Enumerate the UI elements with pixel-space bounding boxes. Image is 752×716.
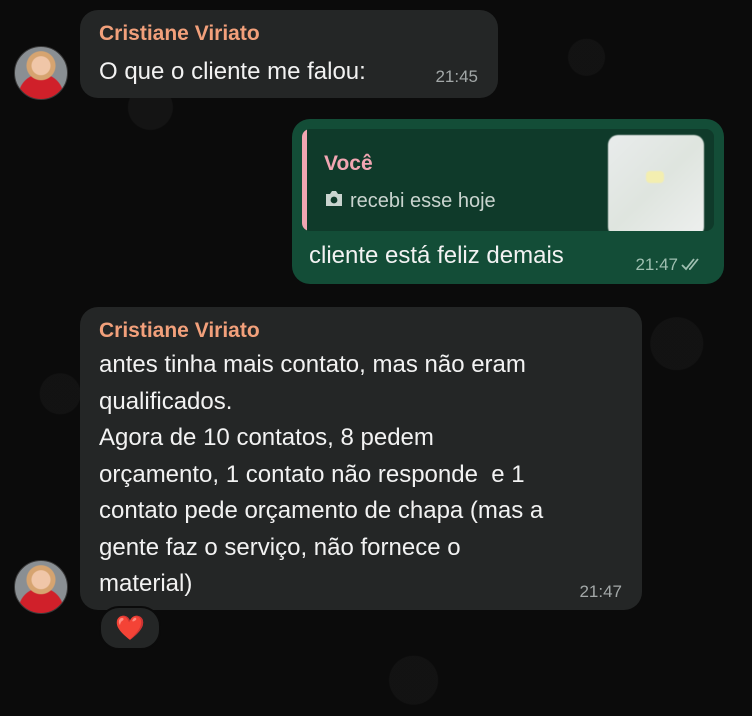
avatar[interactable] [14,560,68,614]
quote-accent-bar [302,129,307,231]
message-line: contato pede orçamento de chapa (mas a [99,497,544,524]
incoming-message[interactable]: Cristiane Viriato antes tinha mais conta… [80,307,642,610]
message-line: antes tinha mais contato, mas não eram [99,351,526,378]
message-line: orçamento, 1 contato não responde e 1 [99,460,525,488]
quote-text-row: recebi esse hoje [324,190,496,213]
message-line: qualificados. [99,387,233,415]
message-text: cliente está feliz demais [309,242,564,269]
sender-name[interactable]: Cristiane Viriato [99,22,260,46]
message-text: antes tinha mais contato, mas não eram q… [99,347,543,603]
quote-text: recebi esse hoje [350,190,496,212]
sender-name[interactable]: Cristiane Viriato [99,319,260,343]
image-thumbnail[interactable] [608,135,704,231]
message-time: 21:45 [435,67,478,86]
camera-icon [324,190,344,213]
message-line: gente faz o serviço, não fornece o [99,533,461,561]
heart-icon: ❤️ [115,614,145,642]
avatar[interactable] [14,46,68,100]
double-check-icon [681,257,705,278]
incoming-message[interactable]: Cristiane Viriato O que o cliente me fal… [80,10,498,98]
quote-author: Você [324,152,373,175]
message-text: O que o cliente me falou: [99,58,366,85]
message-line: material) [99,570,193,597]
heart-reaction[interactable]: ❤️ [99,606,161,650]
message-time: 21:47 [635,255,678,274]
outgoing-message[interactable]: Você recebi esse hoje cliente está feliz… [292,119,724,284]
message-time: 21:47 [579,582,622,601]
quoted-message[interactable]: Você recebi esse hoje [302,129,714,231]
message-line: Agora de 10 contatos, 8 pedem [99,424,434,451]
